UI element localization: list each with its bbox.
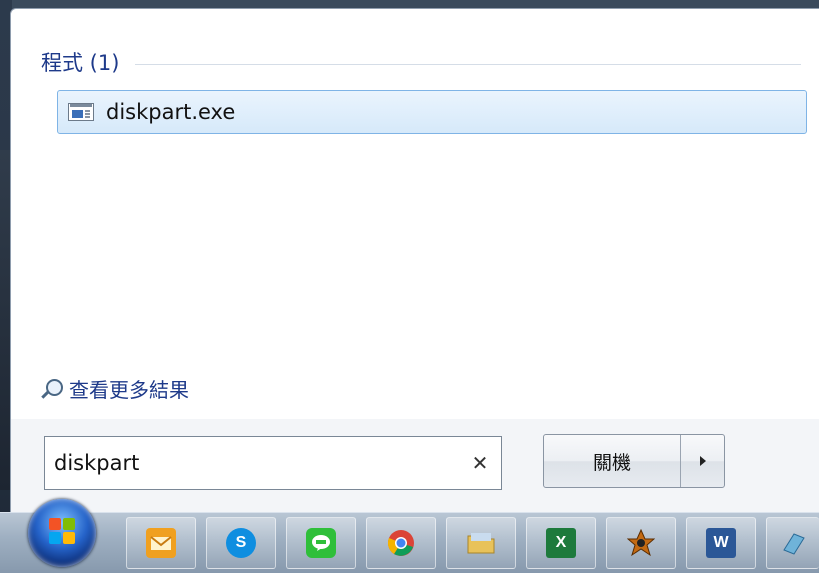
see-more-label: 查看更多結果	[69, 378, 189, 402]
result-item-label: diskpart.exe	[106, 100, 236, 124]
chrome-icon	[386, 528, 416, 558]
skype-icon: S	[226, 528, 256, 558]
taskbar-item-app[interactable]	[606, 517, 676, 569]
taskbar-item-chrome[interactable]	[366, 517, 436, 569]
taskbar-item-excel[interactable]: X	[526, 517, 596, 569]
console-app-icon	[68, 103, 94, 121]
magnifier-icon	[39, 377, 63, 401]
taskbar-item-outlook[interactable]	[126, 517, 196, 569]
taskbar-item-file-explorer[interactable]	[446, 517, 516, 569]
taskbar-item-skype[interactable]: S	[206, 517, 276, 569]
section-title: 程式 (1)	[41, 51, 120, 75]
clear-search-icon[interactable]: ✕	[465, 451, 495, 475]
taskbar-item-app[interactable]	[766, 517, 819, 569]
windows-logo-icon	[48, 517, 76, 545]
taskbar-item-word[interactable]: W	[686, 517, 756, 569]
shutdown-button-group: 關機	[543, 434, 725, 488]
app-icon	[626, 528, 656, 558]
word-icon: W	[706, 528, 736, 558]
search-box[interactable]: ✕	[44, 436, 502, 490]
result-item-diskpart[interactable]: diskpart.exe	[57, 90, 807, 134]
excel-icon: X	[546, 528, 576, 558]
section-divider	[135, 63, 801, 65]
results-section-header: 程式 (1)	[41, 47, 801, 77]
outlook-icon	[146, 528, 176, 558]
start-menu: 程式 (1) diskpart.exe 查看更多結果 ✕ 關機	[10, 8, 819, 516]
see-more-results-link[interactable]: 查看更多結果	[39, 374, 189, 403]
folder-icon	[466, 528, 496, 558]
shutdown-options-button[interactable]	[681, 435, 724, 487]
line-icon	[306, 528, 336, 558]
start-button[interactable]	[28, 499, 96, 567]
app-icon	[778, 528, 808, 558]
taskbar-item-line[interactable]	[286, 517, 356, 569]
chevron-right-icon	[699, 456, 706, 466]
search-results-pane: 程式 (1) diskpart.exe 查看更多結果	[11, 9, 819, 419]
shutdown-button[interactable]: 關機	[544, 435, 681, 487]
search-input[interactable]	[54, 451, 465, 475]
taskbar: S X W	[0, 499, 819, 573]
